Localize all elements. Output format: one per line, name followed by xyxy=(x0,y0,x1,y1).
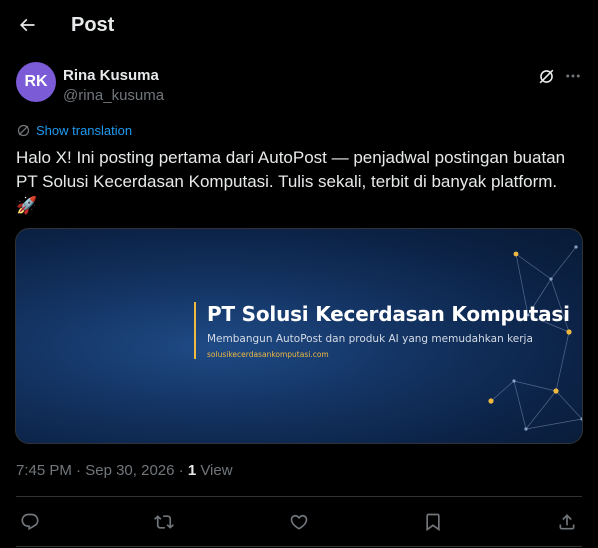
post-media-image[interactable]: PT Solusi Kecerdasan Komputasi Membangun… xyxy=(15,228,583,444)
like-icon xyxy=(290,514,308,530)
back-button[interactable] xyxy=(12,10,42,40)
author-handle[interactable]: @rina_kusuma xyxy=(63,87,164,104)
avatar[interactable]: RK xyxy=(16,62,56,102)
media-subtitle: Membangun AutoPost dan produk AI yang me… xyxy=(207,333,533,345)
divider xyxy=(16,496,582,497)
grok-button[interactable] xyxy=(535,65,557,87)
like-button[interactable] xyxy=(284,507,314,537)
meta-separator: · xyxy=(76,462,82,479)
more-dots-icon xyxy=(566,74,580,78)
show-translation-label: Show translation xyxy=(36,123,133,138)
meta-separator: · xyxy=(178,462,184,479)
media-title: PT Solusi Kecerdasan Komputasi xyxy=(207,302,570,326)
action-bar xyxy=(0,507,598,537)
bookmark-icon xyxy=(426,513,440,532)
post-header: Post xyxy=(0,0,598,53)
show-translation-link[interactable]: Show translation xyxy=(16,123,132,138)
translate-icon xyxy=(17,124,30,137)
media-banner: PT Solusi Kecerdasan Komputasi Membangun… xyxy=(194,302,570,359)
repost-button[interactable] xyxy=(149,507,179,537)
views-label: View xyxy=(200,462,233,479)
more-button[interactable] xyxy=(562,65,584,87)
author-row: RK Rina Kusuma @rina_kusuma xyxy=(16,62,582,106)
reply-icon xyxy=(21,513,39,531)
repost-icon xyxy=(154,515,174,529)
views-count: 1 xyxy=(187,462,197,479)
media-url: solusikecerdasankomputasi.com xyxy=(207,350,329,359)
grok-icon xyxy=(539,69,553,83)
post-meta: 7:45 PM · Sep 30, 2026 · 1 View xyxy=(16,462,233,479)
post-date[interactable]: Sep 30, 2026 xyxy=(85,462,174,479)
bookmark-button[interactable] xyxy=(418,507,448,537)
post-text: Halo X! Ini posting pertama dari AutoPos… xyxy=(16,148,566,215)
share-button[interactable] xyxy=(552,507,582,537)
reply-button[interactable] xyxy=(15,507,45,537)
post-time[interactable]: 7:45 PM xyxy=(16,462,72,479)
avatar-initials: RK xyxy=(24,73,48,90)
divider xyxy=(16,546,582,547)
author-display-name[interactable]: Rina Kusuma xyxy=(63,67,159,84)
page-title: Post xyxy=(71,14,115,36)
share-icon xyxy=(559,514,575,530)
arrow-left-icon xyxy=(19,18,35,32)
